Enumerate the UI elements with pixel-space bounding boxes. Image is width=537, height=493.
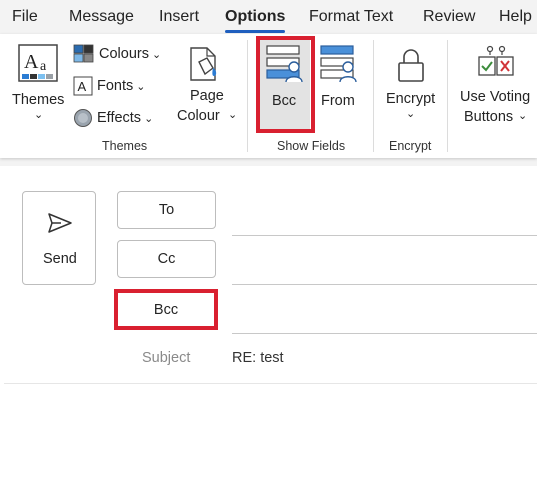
to-label: To bbox=[158, 202, 175, 218]
cc-button[interactable]: Cc bbox=[117, 240, 216, 278]
chevron-down-icon: ⌄ bbox=[136, 80, 146, 93]
effects-icon bbox=[73, 108, 93, 128]
bcc-field-button[interactable]: Bcc bbox=[260, 39, 310, 129]
to-button[interactable]: To bbox=[117, 191, 216, 229]
colours-icon bbox=[73, 44, 95, 64]
effects-button[interactable]: Effects ⌄ bbox=[73, 106, 153, 130]
encrypt-button[interactable]: Encrypt ⌄ bbox=[380, 39, 442, 129]
subject-input[interactable]: RE: test bbox=[232, 350, 284, 366]
group-divider bbox=[247, 40, 248, 152]
voting-icon bbox=[477, 45, 515, 83]
bcc-input[interactable] bbox=[232, 333, 537, 334]
ribbon: A a Themes ⌄ Colours ⌄ A Fonts ⌄ Effects… bbox=[0, 34, 537, 158]
tab-options[interactable]: Options bbox=[225, 8, 285, 26]
send-icon bbox=[47, 212, 73, 234]
colours-button[interactable]: Colours ⌄ bbox=[73, 42, 161, 66]
tab-help[interactable]: Help bbox=[499, 8, 532, 26]
page-colour-button[interactable]: Page Colour ⌄ bbox=[172, 38, 242, 130]
tab-insert[interactable]: Insert bbox=[159, 8, 199, 26]
message-body[interactable] bbox=[0, 384, 537, 493]
fonts-button[interactable]: A Fonts ⌄ bbox=[73, 74, 145, 98]
themes-group-label: Themes bbox=[102, 139, 148, 153]
menu-bar: File Message Insert Options Format Text … bbox=[0, 0, 537, 34]
show-fields-group-label: Show Fields bbox=[277, 139, 346, 153]
encrypt-group-label: Encrypt bbox=[389, 139, 432, 153]
from-icon bbox=[320, 45, 358, 83]
svg-text:A: A bbox=[24, 51, 39, 73]
compose-area: Send To Cc Bcc Subject RE: test bbox=[0, 166, 537, 493]
use-voting-buttons-button[interactable]: Use Voting Buttons ⌄ bbox=[455, 39, 537, 129]
svg-text:A: A bbox=[78, 79, 87, 94]
themes-label: Themes bbox=[12, 92, 65, 108]
to-input[interactable] bbox=[232, 235, 537, 236]
send-button[interactable]: Send bbox=[22, 191, 96, 285]
chevron-down-icon: ⌄ bbox=[34, 109, 44, 121]
bcc-ribbon-label: Bcc bbox=[272, 93, 297, 109]
svg-text:a: a bbox=[40, 59, 47, 74]
use-voting-label-line2: Buttons bbox=[464, 109, 514, 125]
bcc-label: Bcc bbox=[153, 301, 179, 318]
themes-icon: A a bbox=[18, 44, 58, 82]
effects-label: Effects bbox=[97, 110, 142, 126]
chevron-down-icon: ⌄ bbox=[518, 110, 528, 122]
tab-review[interactable]: Review bbox=[423, 8, 475, 26]
bcc-button[interactable]: Bcc bbox=[118, 293, 214, 326]
colours-label: Colours bbox=[99, 46, 149, 62]
themes-button[interactable]: A a Themes ⌄ bbox=[8, 38, 68, 128]
tab-format-text[interactable]: Format Text bbox=[309, 8, 393, 26]
subject-label: Subject bbox=[142, 350, 191, 366]
page-colour-label-line2: Colour bbox=[177, 108, 220, 124]
cc-input[interactable] bbox=[232, 284, 537, 285]
chevron-down-icon: ⌄ bbox=[406, 108, 416, 120]
fonts-label: Fonts bbox=[97, 78, 134, 94]
encrypt-label: Encrypt bbox=[386, 91, 436, 107]
fonts-icon: A bbox=[73, 76, 93, 96]
send-label: Send bbox=[43, 251, 77, 267]
from-field-button[interactable]: From bbox=[316, 39, 366, 129]
bcc-icon bbox=[266, 45, 304, 83]
group-divider bbox=[447, 40, 448, 152]
from-ribbon-label: From bbox=[321, 93, 355, 109]
chevron-down-icon: ⌄ bbox=[144, 112, 154, 125]
chevron-down-icon: ⌄ bbox=[151, 48, 162, 61]
tab-file[interactable]: File bbox=[12, 8, 38, 26]
chevron-down-icon: ⌄ bbox=[228, 109, 238, 121]
use-voting-label-line1: Use Voting bbox=[460, 89, 531, 105]
page-colour-label-line1: Page bbox=[190, 88, 224, 104]
lock-icon bbox=[396, 47, 426, 83]
cc-label: Cc bbox=[157, 251, 176, 267]
page-colour-icon bbox=[187, 46, 221, 84]
tab-message[interactable]: Message bbox=[69, 8, 134, 26]
group-divider bbox=[373, 40, 374, 152]
active-tab-indicator bbox=[225, 30, 285, 33]
